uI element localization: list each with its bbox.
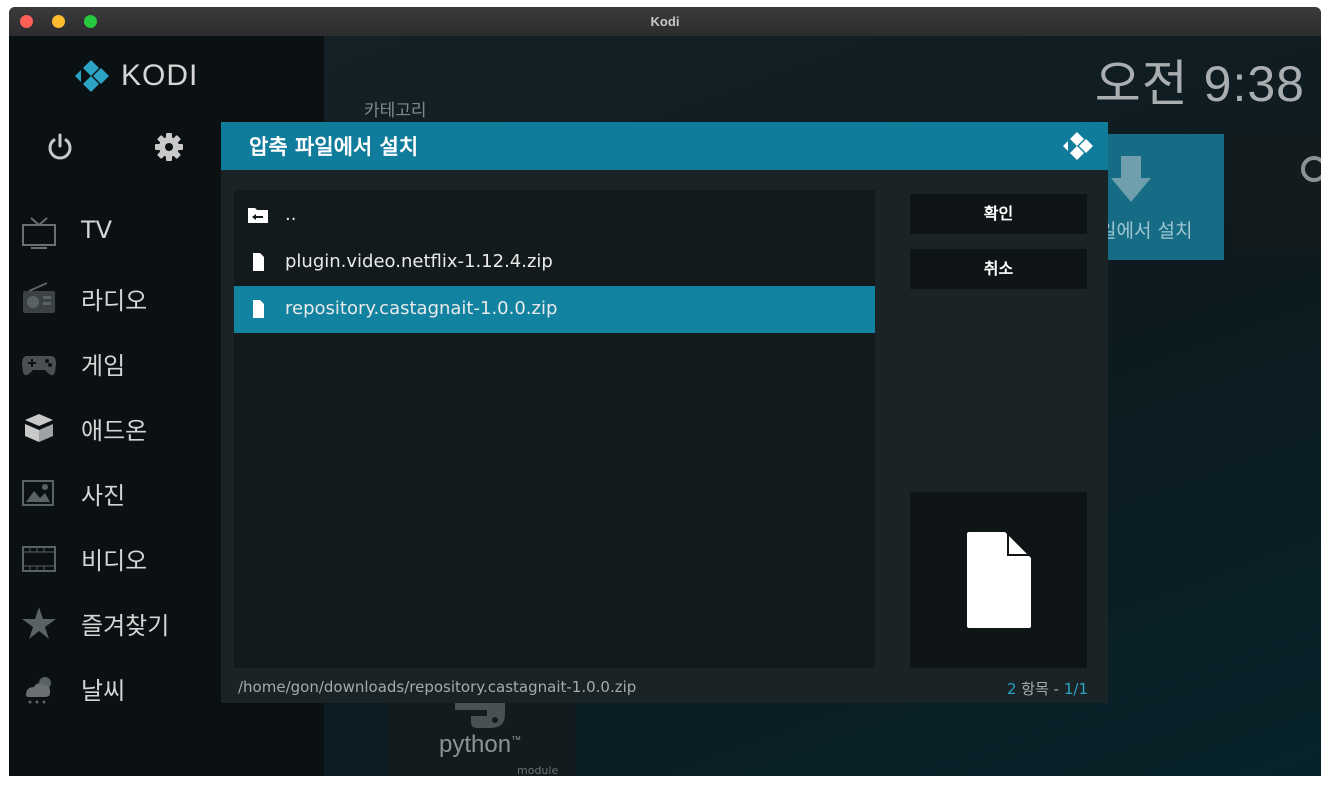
window-title: Kodi	[650, 14, 680, 29]
clock: 오전 9:38	[1094, 56, 1305, 112]
kodi-logo-icon	[75, 60, 109, 92]
file-preview	[910, 492, 1087, 668]
item-count-number: 2	[1006, 680, 1017, 698]
dialog-header: 압축 파일에서 설치	[221, 122, 1108, 170]
tv-icon	[22, 217, 56, 249]
gear-icon[interactable]	[152, 130, 186, 164]
window-titlebar[interactable]: Kodi	[9, 7, 1321, 37]
install-from-zip-dialog: 압축 파일에서 설치 .. plugin.video.netflix-1.12.…	[221, 122, 1108, 703]
kodi-logo-text: KODI	[121, 59, 199, 92]
file-name: plugin.video.netflix-1.12.4.zip	[285, 251, 553, 272]
addons-box-icon	[25, 414, 53, 442]
python-text: python™	[439, 731, 522, 758]
ok-button[interactable]: 확인	[910, 194, 1087, 234]
list-item[interactable]: ..	[234, 192, 875, 239]
file-icon	[253, 300, 264, 318]
selected-path: /home/gon/downloads/repository.castagnai…	[238, 678, 637, 696]
file-icon	[967, 532, 1031, 628]
file-icon	[253, 253, 264, 271]
page-indicator: 1/1	[1063, 680, 1088, 698]
gamepad-icon	[22, 356, 56, 376]
sidebar-item-label: 즐겨찾기	[81, 612, 170, 640]
list-item-selected[interactable]: repository.castagnait-1.0.0.zip	[234, 286, 875, 333]
search-icon	[1301, 156, 1321, 182]
file-list[interactable]: .. plugin.video.netflix-1.12.4.zip repos…	[234, 190, 875, 668]
picture-icon	[22, 480, 54, 506]
sidebar-item-label: 라디오	[81, 287, 148, 315]
kodi-window: Kodi 카테고리 오전 9:38 일에서 설치 python™ module	[9, 7, 1321, 776]
kodi-home: 카테고리 오전 9:38 일에서 설치 python™ module KODI …	[9, 36, 1321, 776]
category-label: 카테고리	[364, 101, 427, 121]
radio-icon	[23, 282, 55, 313]
file-name: ..	[285, 204, 297, 225]
sidebar-item-label: TV	[81, 216, 113, 244]
item-count: 2 항목 - 1/1	[1007, 678, 1088, 699]
download-icon	[1111, 156, 1151, 202]
dialog-title: 압축 파일에서 설치	[249, 135, 419, 159]
sidebar-item-label: 게임	[81, 352, 126, 380]
python-module-label: module	[517, 764, 559, 776]
search-tile[interactable]	[1232, 134, 1321, 249]
film-icon	[22, 546, 56, 572]
weather-icon	[26, 677, 51, 704]
file-name: repository.castagnait-1.0.0.zip	[285, 298, 558, 319]
star-icon	[22, 607, 56, 639]
item-count-unit: 항목 -	[1021, 680, 1060, 698]
python-module-tile[interactable]: python™ module	[387, 696, 575, 776]
parent-folder-icon	[248, 208, 268, 223]
install-from-zip-tile[interactable]: 일에서 설치	[1091, 134, 1224, 260]
sidebar-item-label: 날씨	[81, 677, 126, 705]
kodi-logo-icon	[1063, 132, 1093, 160]
sidebar-item-label: 애드온	[81, 417, 148, 445]
cancel-button[interactable]: 취소	[910, 249, 1087, 289]
sidebar-item-label: 사진	[81, 482, 126, 510]
list-item[interactable]: plugin.video.netflix-1.12.4.zip	[234, 239, 875, 286]
tile-label: 일에서 설치	[1099, 220, 1193, 242]
kodi-logo: KODI	[71, 56, 211, 96]
power-icon[interactable]	[45, 132, 75, 162]
sidebar-item-label: 비디오	[81, 547, 148, 575]
